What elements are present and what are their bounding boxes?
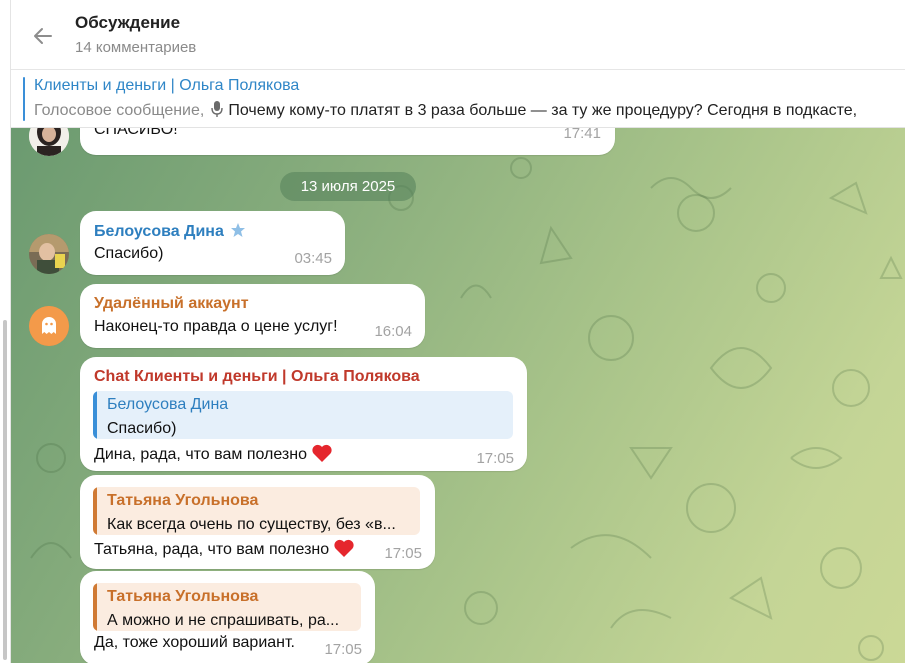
message-text-body: Дина, рада, что вам полезно [94, 446, 307, 463]
message-sender: Белоусова Дина [94, 222, 246, 241]
pinned-preview: Голосовое сообщение, Почему кому-то плат… [34, 100, 857, 120]
message-bubble[interactable]: СПАСИБО! 17:41 [80, 128, 615, 155]
back-button[interactable] [29, 22, 57, 50]
arrow-left-icon [34, 28, 52, 44]
message-time: 16:04 [374, 323, 412, 340]
left-panel-edge [0, 0, 11, 663]
message-bubble[interactable]: Татьяна Угольнова Как всегда очень по су… [80, 475, 435, 569]
message-text: Да, тоже хороший вариант. [94, 634, 295, 651]
message-text: Татьяна, рада, что вам полезно [94, 538, 355, 559]
message-bubble[interactable]: Удалённый аккаунт Наконец-то правда о це… [80, 284, 425, 348]
message-time: 17:05 [476, 450, 514, 467]
ghost-icon [29, 306, 69, 346]
message-text: Дина, рада, что вам полезно [94, 443, 333, 464]
pinned-text: Почему кому-то платят в 3 раза больше — … [228, 102, 858, 119]
message-text: СПАСИБО! [94, 128, 178, 138]
pinned-title: Клиенты и деньги | Ольга Полякова [34, 77, 300, 94]
microphone-icon [211, 101, 224, 117]
star-icon [230, 223, 245, 237]
message-time: 17:05 [324, 641, 362, 658]
quote-text: Как всегда очень по существу, без «в... [107, 516, 396, 533]
quote-sender: Татьяна Угольнова [107, 492, 259, 509]
pinned-message[interactable]: Клиенты и деньги | Ольга Полякова Голосо… [11, 70, 905, 128]
discussion-header: Обсуждение 14 комментариев [11, 0, 905, 70]
quote-text: Спасибо) [107, 420, 177, 437]
message-text: Спасибо) [94, 245, 164, 262]
red-heart-emoji [312, 444, 332, 462]
pinned-kind: Голосовое сообщение, [34, 102, 205, 119]
quote-accent-bar [93, 487, 97, 535]
message-time: 17:41 [563, 128, 601, 142]
page-title: Обсуждение [75, 13, 181, 32]
quote-sender: Белоусова Дина [107, 396, 229, 413]
message-bubble[interactable]: Chat Клиенты и деньги | Ольга Полякова Б… [80, 357, 527, 471]
avatar[interactable] [29, 306, 69, 346]
reply-quote[interactable]: Татьяна Угольнова Как всегда очень по су… [93, 487, 420, 535]
quote-sender: Татьяна Угольнова [107, 588, 259, 605]
message-bubble[interactable]: Татьяна Угольнова А можно и не спрашиват… [80, 571, 375, 663]
red-heart-emoji [334, 539, 354, 557]
message-text: Наконец-то правда о цене услуг! [94, 318, 338, 335]
left-scrollbar[interactable] [3, 320, 7, 660]
message-time: 03:45 [294, 250, 332, 267]
date-separator: 13 июля 2025 [280, 172, 416, 201]
comment-count: 14 комментариев [75, 39, 197, 56]
user-photo [29, 234, 69, 274]
quote-accent-bar [93, 391, 97, 439]
message-text-body: Татьяна, рада, что вам полезно [94, 541, 330, 558]
pinned-accent-bar [23, 77, 25, 121]
quote-accent-bar [93, 583, 97, 631]
reply-quote[interactable]: Татьяна Угольнова А можно и не спрашиват… [93, 583, 361, 631]
sender-name: Белоусова Дина [94, 223, 224, 240]
avatar[interactable] [29, 128, 69, 156]
message-bubble[interactable]: Белоусова Дина Спасибо) 03:45 [80, 211, 345, 275]
user-photo [29, 128, 69, 156]
reply-quote[interactable]: Белоусова Дина Спасибо) [93, 391, 513, 439]
quote-text: А можно и не спрашивать, ра... [107, 612, 340, 629]
avatar[interactable] [29, 234, 69, 274]
chat-area[interactable]: СПАСИБО! 17:41 13 июля 2025 Белоусова Ди… [11, 128, 905, 663]
message-sender: Удалённый аккаунт [94, 295, 249, 312]
message-time: 17:05 [384, 545, 422, 562]
message-sender: Chat Клиенты и деньги | Ольга Полякова [94, 368, 420, 385]
